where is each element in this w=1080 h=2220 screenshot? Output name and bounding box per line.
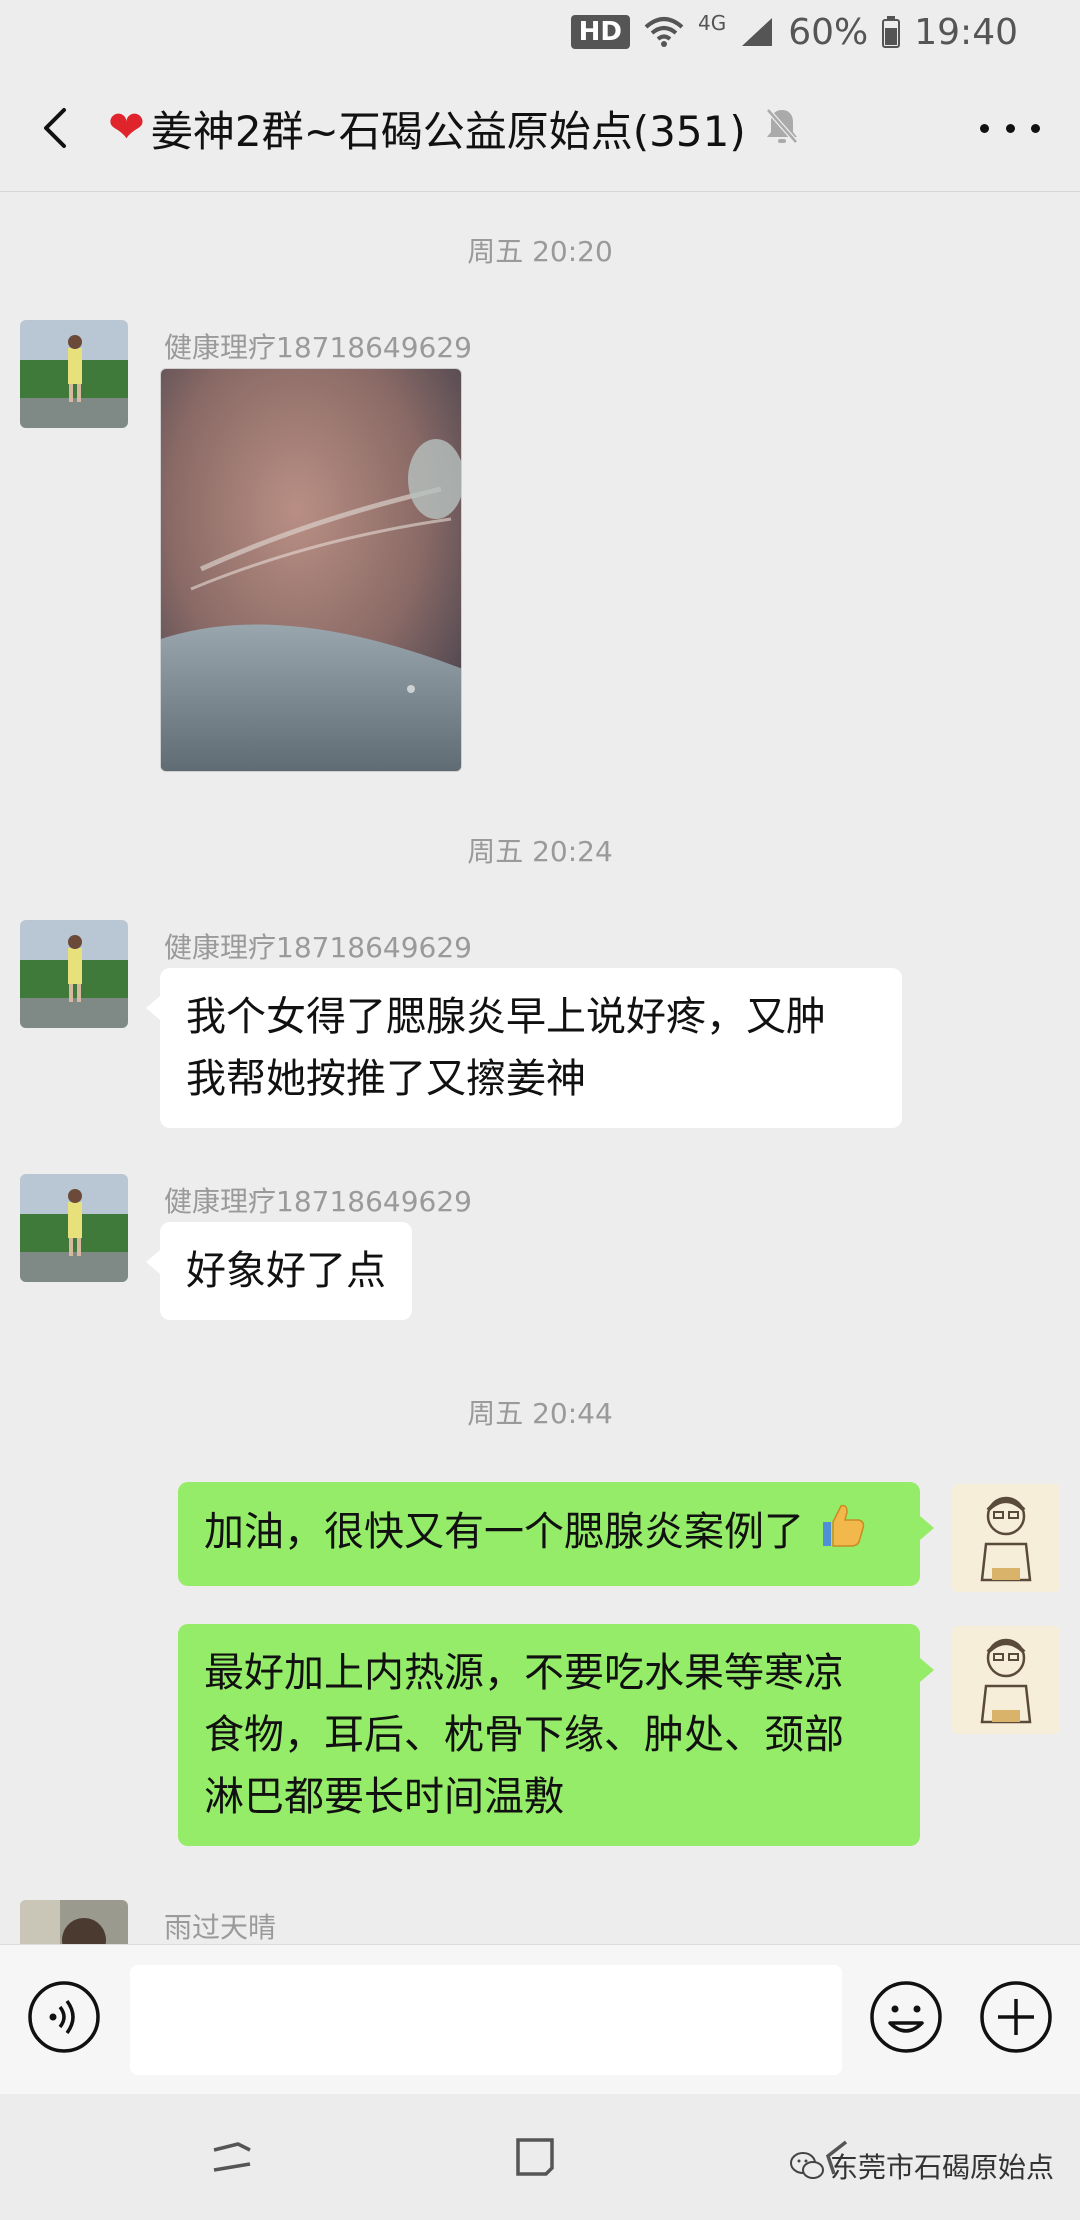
avatar[interactable] xyxy=(20,1900,128,1944)
battery-icon xyxy=(882,16,901,48)
text-message[interactable]: 好象好了点 xyxy=(146,1222,412,1320)
message-line: 好象好了点 xyxy=(186,1248,386,1294)
dot-icon xyxy=(1031,123,1040,133)
home-button[interactable] xyxy=(512,2134,558,2184)
watermark-text: 东莞市石碣原始点 xyxy=(830,2151,1055,2184)
chat-title: 姜神2群~石碣公益原始点(351) xyxy=(150,106,746,156)
my-avatar[interactable] xyxy=(952,1484,1060,1592)
avatar[interactable] xyxy=(20,920,128,1028)
emoji-button[interactable] xyxy=(868,1979,944,2059)
timestamp: 周五 20:20 xyxy=(467,235,613,268)
voice-icon xyxy=(28,1981,100,2053)
avatar[interactable] xyxy=(20,320,128,428)
message-line: 我帮她按推了又擦姜神 xyxy=(186,1056,586,1102)
clock: 19:40 xyxy=(914,11,1018,53)
more-functions-button[interactable] xyxy=(978,1979,1054,2059)
watermark: 东莞市石碣原始点 xyxy=(790,2146,1054,2186)
smiley-icon xyxy=(870,1981,942,2053)
my-avatar[interactable] xyxy=(952,1626,1060,1734)
chevron-left-icon xyxy=(44,108,66,148)
sender-name: 雨过天晴 xyxy=(164,1911,277,1944)
image-message[interactable] xyxy=(160,368,462,772)
timestamp: 周五 20:24 xyxy=(467,835,613,868)
avatar[interactable] xyxy=(20,1174,128,1282)
sender-name: 健康理疗18718649629 xyxy=(164,331,472,364)
input-bar xyxy=(0,1944,1080,2094)
message-line: 淋巴都要长时间温敷 xyxy=(204,1774,564,1820)
message-input[interactable] xyxy=(130,1965,842,2075)
message-line: 最好加上内热源，不要吃水果等寒凉 xyxy=(204,1650,844,1696)
wechat-logo-icon xyxy=(790,2152,824,2179)
text-message[interactable]: 我个女得了腮腺炎早上说好疼，又肿 我帮她按推了又擦姜神 xyxy=(146,968,902,1128)
message-line: 加油，很快又有一个腮腺炎案例了 xyxy=(204,1509,804,1555)
network-type: 4G xyxy=(698,11,727,35)
dot-icon xyxy=(1005,123,1015,133)
more-options-button[interactable] xyxy=(980,106,1040,150)
thumbs-up-icon xyxy=(817,1500,867,1568)
status-bar: HD 4G 60% 19:40 xyxy=(0,0,1080,64)
chat-header: ❤ 姜神2群~石碣公益原始点(351) xyxy=(0,64,1080,192)
back-button[interactable] xyxy=(28,98,88,158)
sender-name: 健康理疗18718649629 xyxy=(164,931,472,964)
recent-apps-icon xyxy=(213,2142,251,2172)
battery-percent: 60% xyxy=(788,11,869,53)
message-line: 食物，耳后、枕骨下缘、肿处、颈部 xyxy=(204,1712,844,1758)
chat-message-list[interactable]: 周五 20:20 健康理疗18718649629 周五 20:24 健康理疗18… xyxy=(0,192,1080,1944)
plus-icon xyxy=(980,1981,1052,2053)
mute-bell-icon xyxy=(764,106,800,150)
wifi-icon xyxy=(644,15,684,49)
voice-input-button[interactable] xyxy=(26,1979,102,2059)
recent-apps-button[interactable] xyxy=(210,2134,256,2184)
text-message-sent[interactable]: 最好加上内热源，不要吃水果等寒凉 食物，耳后、枕骨下缘、肿处、颈部 淋巴都要长时… xyxy=(178,1624,934,1846)
message-line: 我个女得了腮腺炎早上说好疼，又肿 xyxy=(186,994,826,1040)
chat-title-area[interactable]: ❤ 姜神2群~石碣公益原始点(351) xyxy=(108,94,800,162)
timestamp: 周五 20:44 xyxy=(467,1397,613,1430)
system-navigation-bar: 东莞市石碣原始点 xyxy=(0,2094,1080,2220)
heart-icon: ❤ xyxy=(108,102,145,153)
text-message-sent[interactable]: 加油，很快又有一个腮腺炎案例了 xyxy=(178,1482,934,1586)
hd-badge: HD xyxy=(570,15,630,49)
signal-icon xyxy=(740,16,774,48)
dot-icon xyxy=(980,123,989,133)
home-square-icon xyxy=(516,2138,554,2176)
sender-name: 健康理疗18718649629 xyxy=(164,1185,472,1218)
